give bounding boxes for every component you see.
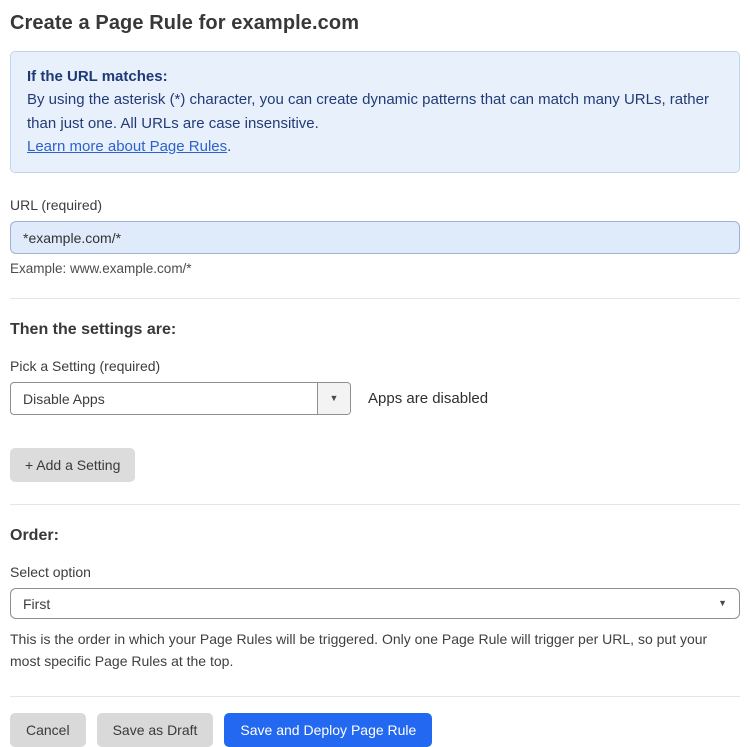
setting-picker-label: Pick a Setting (required) <box>10 358 161 374</box>
actions-row: Cancel Save as Draft Save and Deploy Pag… <box>10 712 740 747</box>
order-helper-text: This is the order in which your Page Rul… <box>10 631 708 670</box>
divider <box>10 298 740 299</box>
order-select-value: First <box>23 595 51 612</box>
setting-dropdown-value: Disable Apps <box>23 390 105 407</box>
setting-status-text: Apps are disabled <box>368 390 489 407</box>
url-field-label: URL (required) <box>10 197 103 213</box>
info-box-body: By using the asterisk (*) character, you… <box>27 91 709 132</box>
save-as-draft-button[interactable]: Save as Draft <box>96 712 214 747</box>
url-input[interactable] <box>10 221 740 254</box>
order-section-heading: Order: <box>10 527 59 544</box>
setting-row: Disable Apps ▼ Apps are disabled <box>10 382 740 415</box>
setting-dropdown-caret-button[interactable]: ▼ <box>317 383 350 414</box>
info-box-heading: If the URL matches: <box>27 68 168 85</box>
url-match-info-box: If the URL matches: By using the asteris… <box>10 51 740 173</box>
url-example-helper: Example: www.example.com/* <box>10 261 192 276</box>
setting-dropdown[interactable]: Disable Apps ▼ <box>10 382 351 415</box>
info-box-link-line: Learn more about Page Rules. <box>27 135 723 158</box>
order-select[interactable]: First ▼ <box>10 588 740 619</box>
page-title: Create a Page Rule for example.com <box>10 12 360 34</box>
learn-more-link[interactable]: Learn more about Page Rules <box>27 138 227 155</box>
link-period: . <box>227 137 232 155</box>
save-and-deploy-button[interactable]: Save and Deploy Page Rule <box>224 712 433 747</box>
settings-section-heading: Then the settings are: <box>10 321 177 338</box>
divider <box>10 695 740 697</box>
order-select-label: Select option <box>10 564 91 580</box>
divider <box>10 504 740 505</box>
caret-down-icon: ▼ <box>718 598 727 608</box>
add-setting-button[interactable]: + Add a Setting <box>10 448 136 482</box>
caret-down-icon: ▼ <box>329 393 339 403</box>
cancel-button[interactable]: Cancel <box>10 712 86 747</box>
